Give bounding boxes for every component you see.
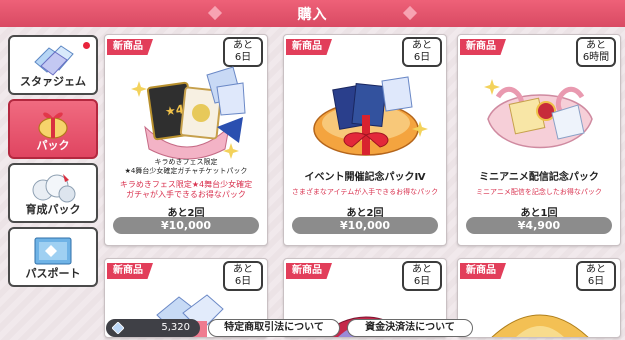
- product-name: キラめきフェス限定 ★4舞台少女確定ガチャチケットパック: [124, 158, 248, 175]
- pack-icon: [38, 112, 68, 139]
- page-title: 購入: [297, 6, 328, 23]
- header-bar: 購入: [0, 0, 625, 27]
- new-badge: 新商品: [460, 39, 506, 55]
- header-decoration: [402, 5, 418, 21]
- bottom-bar: 5,320 特定商取引法について 資金決済法について: [104, 318, 625, 340]
- new-badge: 新商品: [107, 263, 153, 279]
- new-badge: 新商品: [460, 263, 506, 279]
- new-badge: 新商品: [107, 39, 153, 55]
- passport-icon: [34, 237, 72, 265]
- product-card[interactable]: 新商品 あと 6時間 ミニアニメ配信記念パック ミニアニメ配信を記念したお得なパッ…: [457, 34, 621, 246]
- sidebar-item-label: 育成パック: [25, 203, 81, 216]
- new-badge: 新商品: [286, 39, 332, 55]
- header-decoration: [207, 5, 223, 21]
- star-gem-balance: 5,320: [106, 319, 200, 337]
- product-description: キラめきフェス限定★4舞台少女確定 ガチャが入手できるお得なパック: [119, 180, 253, 199]
- mini-anime-pack-art: [484, 79, 593, 149]
- new-badge: 新商品: [286, 263, 332, 279]
- training-pack-icon: [32, 174, 76, 203]
- product-card[interactable]: 新商品 あと 6日 イベント開催記念パックⅣ さまざまなアイテムが入手できるお得な…: [283, 34, 447, 246]
- sidebar-item-star-gem[interactable]: スタァジェム: [8, 35, 98, 95]
- product-card[interactable]: 新商品 あと 6日 ★4 キラめきフェス限定 ★4舞台少女確定ガチャチケットパック …: [104, 34, 268, 246]
- star-gem-icon: [34, 45, 74, 76]
- product-name: ミニアニメ配信記念パック: [479, 172, 599, 183]
- product-name: イベント開催記念パックⅣ: [304, 172, 426, 183]
- sidebar-item-label: スタァジェム: [20, 75, 86, 88]
- price-button[interactable]: ¥10,000: [113, 217, 259, 234]
- sidebar-item-passport[interactable]: パスポート: [8, 227, 98, 287]
- notification-badge: [81, 40, 92, 51]
- sidebar-item-label: パスポート: [25, 267, 81, 280]
- product-description: ミニアニメ配信を記念したお得なパック: [476, 188, 602, 196]
- sidebar-item-pack[interactable]: パック: [8, 99, 98, 159]
- sidebar: スタァジェム パック 育成パック パスポート: [8, 35, 98, 291]
- star-gem-icon: [112, 322, 124, 334]
- sidebar-item-label: パック: [36, 139, 70, 152]
- commercial-law-button[interactable]: 特定商取引法について: [208, 319, 340, 337]
- price-button[interactable]: ¥4,900: [466, 217, 612, 234]
- payment-law-button[interactable]: 資金決済法について: [347, 319, 473, 337]
- event-pack-art: [313, 76, 428, 156]
- sidebar-item-training-pack[interactable]: 育成パック: [8, 163, 98, 223]
- price-button[interactable]: ¥10,000: [292, 217, 438, 234]
- product-description: さまざまなアイテムが入手できるお得なパック: [291, 188, 439, 196]
- fes-gacha-pack-art: ★4: [131, 66, 246, 160]
